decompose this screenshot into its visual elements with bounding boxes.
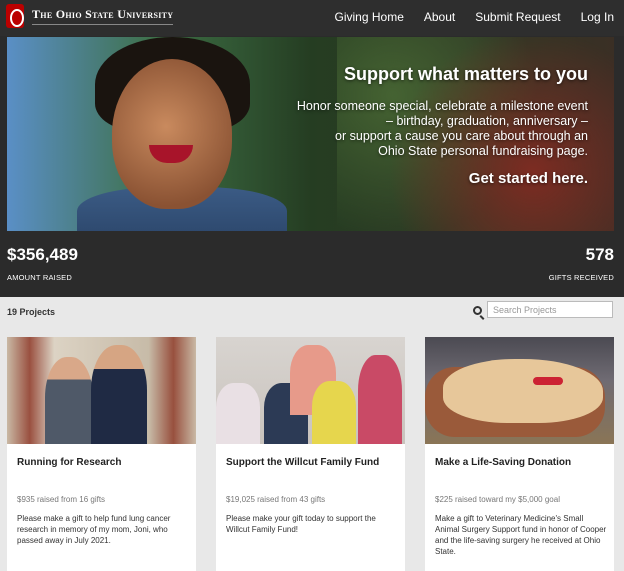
nav-submit-request[interactable]: Submit Request bbox=[475, 10, 560, 24]
project-card[interactable]: Make a Life-Saving Donation $225 raised … bbox=[425, 337, 614, 571]
project-raised: $19,025 raised from 43 gifts bbox=[226, 495, 326, 504]
hero-line: Ohio State personal fundraising page. bbox=[378, 144, 588, 158]
project-image[interactable] bbox=[216, 337, 405, 444]
photo-dog bbox=[443, 359, 603, 423]
project-card[interactable]: Running for Research $935 raised from 16… bbox=[7, 337, 196, 571]
project-description: Please make your gift today to support t… bbox=[226, 514, 376, 534]
projects-count: 19 Projects bbox=[7, 307, 56, 317]
project-image[interactable] bbox=[7, 337, 196, 444]
stats-bar: $356,489 AMOUNT RAISED 578 GIFTS RECEIVE… bbox=[0, 231, 624, 297]
photo-person bbox=[45, 357, 93, 444]
amount-raised-label: AMOUNT RAISED bbox=[7, 273, 72, 282]
search-icon[interactable] bbox=[473, 306, 482, 315]
hero-line: Honor someone special, celebrate a miles… bbox=[296, 99, 588, 113]
search-projects-input[interactable] bbox=[487, 301, 613, 318]
photo-person bbox=[312, 381, 356, 444]
hero-title: Support what matters to you bbox=[343, 64, 588, 84]
amount-raised-value: $356,489 bbox=[7, 245, 78, 264]
project-title[interactable]: Make a Life-Saving Donation bbox=[435, 457, 571, 468]
photo-dog-collar bbox=[533, 377, 563, 385]
photo-person bbox=[216, 383, 260, 444]
gifts-received-label: GIFTS RECEIVED bbox=[548, 273, 614, 282]
top-nav: The Ohio State University Giving Home Ab… bbox=[0, 0, 624, 36]
hero-photo-face bbox=[112, 59, 232, 209]
project-raised: $935 raised from 16 gifts bbox=[17, 495, 106, 504]
gifts-received-stat: 578 GIFTS RECEIVED bbox=[549, 245, 614, 282]
amount-raised-stat: $356,489 AMOUNT RAISED bbox=[7, 245, 78, 282]
hero-body: Honor someone special, celebrate a miles… bbox=[268, 99, 588, 159]
logo-text: The Ohio State University bbox=[32, 7, 174, 25]
hero-line: – birthday, graduation, anniversary – bbox=[386, 114, 588, 128]
photo-person bbox=[358, 355, 402, 444]
project-title[interactable]: Support the Willcut Family Fund bbox=[226, 457, 379, 468]
nav-log-in[interactable]: Log In bbox=[581, 10, 614, 24]
gifts-received-value: 578 bbox=[585, 245, 614, 264]
photo-person bbox=[91, 345, 147, 444]
hero-line: or support a cause you care about throug… bbox=[335, 129, 588, 143]
block-o-icon bbox=[6, 4, 24, 28]
project-image[interactable] bbox=[425, 337, 614, 444]
osu-logo[interactable]: The Ohio State University bbox=[6, 4, 174, 28]
nav-links: Giving Home About Submit Request Log In bbox=[335, 10, 614, 24]
project-card[interactable]: Support the Willcut Family Fund $19,025 … bbox=[216, 337, 405, 571]
nav-about[interactable]: About bbox=[424, 10, 455, 24]
nav-giving-home[interactable]: Giving Home bbox=[335, 10, 404, 24]
hero-banner[interactable]: Support what matters to you Honor someon… bbox=[7, 37, 614, 231]
project-title[interactable]: Running for Research bbox=[17, 457, 121, 468]
project-description: Please make a gift to help fund lung can… bbox=[17, 514, 171, 545]
project-description: Make a gift to Veterinary Medicine's Sma… bbox=[435, 514, 607, 556]
hero-text: Support what matters to you Honor someon… bbox=[268, 64, 588, 187]
project-raised: $225 raised toward my $5,000 goal bbox=[435, 495, 560, 504]
projects-toolbar: 19 Projects bbox=[0, 297, 624, 327]
get-started-link[interactable]: Get started here. bbox=[268, 170, 588, 187]
